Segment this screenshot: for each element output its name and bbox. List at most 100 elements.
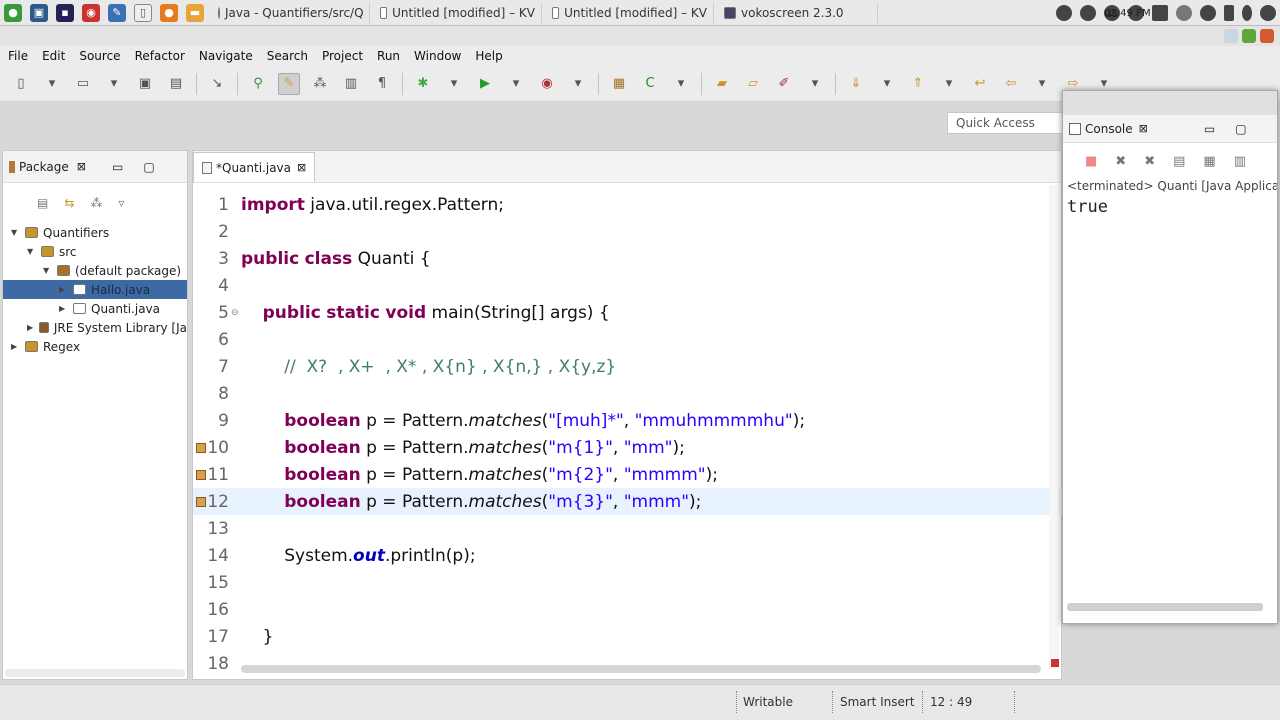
fold-icon[interactable]: ⊖ bbox=[231, 308, 239, 318]
collapse-arrow-icon[interactable]: ▼ bbox=[43, 266, 53, 275]
console-window-header[interactable] bbox=[1063, 91, 1277, 115]
run-icon[interactable]: ▶ bbox=[474, 73, 496, 95]
save-icon[interactable]: ▣ bbox=[134, 73, 156, 95]
dropdown-icon[interactable]: ▾ bbox=[670, 73, 692, 95]
code-line[interactable]: 14 System.out.println(p); bbox=[193, 542, 1063, 569]
package-explorer-tab[interactable]: Package ⊠ ▭ ▢ bbox=[3, 151, 187, 183]
console-tab[interactable]: Console ⊠ ▭ ▢ bbox=[1063, 115, 1277, 143]
code-line[interactable]: 11 boolean p = Pattern.matches("m{2}", "… bbox=[193, 461, 1063, 488]
insert-mode-status[interactable]: Smart Insert bbox=[840, 695, 915, 709]
task-kwrite-2[interactable]: Untitled [modified] – KV bbox=[546, 2, 714, 23]
external-tools-icon[interactable]: ◉ bbox=[536, 73, 558, 95]
app-menu-icon[interactable]: ● bbox=[4, 3, 22, 22]
dropdown-icon[interactable]: ▾ bbox=[443, 73, 465, 95]
open-type-icon[interactable]: ⚲ bbox=[247, 73, 269, 95]
open-folder-icon[interactable]: ▱ bbox=[742, 73, 764, 95]
next-annotation-icon[interactable]: ⇓ bbox=[845, 73, 867, 95]
wifi-icon[interactable] bbox=[1260, 5, 1276, 21]
code-line[interactable]: 16 bbox=[193, 596, 1063, 623]
tree-item[interactable]: ▶ Quanti.java bbox=[3, 299, 187, 318]
tree-item[interactable]: ▶ Hallo.java bbox=[3, 280, 187, 299]
toggle-breadcrumb-icon[interactable]: ⁂ bbox=[309, 73, 331, 95]
expand-arrow-icon[interactable]: ▶ bbox=[27, 323, 35, 332]
remove-launch-icon[interactable]: ✖ bbox=[1115, 154, 1126, 169]
collapse-all-icon[interactable]: ▤ bbox=[37, 196, 48, 210]
battery-icon[interactable] bbox=[1224, 5, 1234, 21]
dropdown-icon[interactable]: ▾ bbox=[1031, 73, 1053, 95]
clear-console-icon[interactable]: ▤ bbox=[1173, 154, 1185, 169]
new-java-package-icon[interactable]: ▦ bbox=[608, 73, 630, 95]
new-java-class-icon[interactable]: C bbox=[639, 73, 661, 95]
menu-source[interactable]: Source bbox=[79, 49, 120, 63]
close-window-button[interactable] bbox=[1260, 29, 1274, 43]
save-all-icon[interactable]: ▤ bbox=[165, 73, 187, 95]
quick-access-field[interactable]: Quick Access bbox=[947, 112, 1067, 134]
close-icon[interactable]: ⊠ bbox=[1139, 122, 1148, 135]
code-line[interactable]: 7 // X? , X+ , X* , X{n} , X{n,} , X{y,z… bbox=[193, 353, 1063, 380]
document-icon[interactable]: ▯ bbox=[134, 3, 152, 22]
word-wrap-icon[interactable]: ▥ bbox=[1234, 154, 1246, 169]
minimize-view-icon[interactable]: ▭ bbox=[112, 160, 123, 174]
minimize-view-icon[interactable]: ▭ bbox=[1204, 122, 1215, 136]
editor-overview-ruler[interactable] bbox=[1049, 185, 1059, 669]
tree-item[interactable]: ▶ JRE System Library [Ja bbox=[3, 318, 187, 337]
menu-navigate[interactable]: Navigate bbox=[199, 49, 253, 63]
volume-icon[interactable] bbox=[1200, 5, 1216, 21]
firefox-icon[interactable]: ● bbox=[160, 3, 178, 22]
dropdown-icon[interactable]: ▾ bbox=[41, 73, 63, 95]
menu-file[interactable]: File bbox=[8, 49, 28, 63]
task-vokoscreen[interactable]: vokoscreen 2.3.0 bbox=[718, 2, 878, 23]
show-whitespace-icon[interactable]: ▥ bbox=[340, 73, 362, 95]
menu-run[interactable]: Run bbox=[377, 49, 400, 63]
remove-all-launches-icon[interactable]: ✖ bbox=[1144, 154, 1155, 169]
menu-edit[interactable]: Edit bbox=[42, 49, 65, 63]
tree-item[interactable]: ▼ (default package) bbox=[3, 261, 187, 280]
dropdown-icon[interactable]: ▾ bbox=[505, 73, 527, 95]
scroll-lock-icon[interactable]: ▦ bbox=[1203, 154, 1215, 169]
terminate-icon[interactable]: ■ bbox=[1085, 154, 1097, 169]
clock[interactable]: 02:49 PM bbox=[1104, 8, 1151, 19]
code-area[interactable]: 1 import java.util.regex.Pattern; 2 3 public… bbox=[193, 191, 1063, 669]
code-line[interactable]: 15 bbox=[193, 569, 1063, 596]
editor-tab-quanti[interactable]: *Quanti.java ⊠ bbox=[193, 152, 316, 182]
mark-occurrences-icon[interactable]: ✎ bbox=[278, 72, 300, 95]
folder-icon[interactable]: ▬ bbox=[186, 3, 204, 22]
skip-breakpoints-icon[interactable]: ↘ bbox=[206, 73, 228, 95]
menu-help[interactable]: Help bbox=[475, 49, 502, 63]
code-line[interactable]: 5 ⊖ public static void main(String[] args… bbox=[193, 299, 1063, 326]
collapse-arrow-icon[interactable]: ▼ bbox=[11, 228, 21, 237]
view-menu-icon[interactable]: ▿ bbox=[118, 196, 124, 210]
collapse-arrow-icon[interactable]: ▼ bbox=[27, 247, 37, 256]
minimize-window-button[interactable] bbox=[1224, 29, 1238, 43]
code-line[interactable]: 2 bbox=[193, 218, 1063, 245]
editor-horizontal-scrollbar[interactable] bbox=[241, 665, 1041, 673]
package-explorer-scrollbar[interactable] bbox=[5, 669, 185, 677]
menu-project[interactable]: Project bbox=[322, 49, 363, 63]
menu-window[interactable]: Window bbox=[414, 49, 461, 63]
code-line[interactable]: 17 } bbox=[193, 623, 1063, 650]
dropdown-icon[interactable]: ▾ bbox=[804, 73, 826, 95]
close-icon[interactable]: ⊠ bbox=[297, 161, 306, 174]
code-line[interactable]: 12 boolean p = Pattern.matches("m{3}", "… bbox=[193, 488, 1063, 515]
terminal-icon[interactable]: ▪ bbox=[56, 3, 74, 22]
debug-icon[interactable]: ✱ bbox=[412, 73, 434, 95]
previous-annotation-icon[interactable]: ⇑ bbox=[907, 73, 929, 95]
code-line[interactable]: 13 bbox=[193, 515, 1063, 542]
dropdown-icon[interactable]: ▾ bbox=[103, 73, 125, 95]
new-window-icon[interactable]: ▭ bbox=[72, 73, 94, 95]
menu-search[interactable]: Search bbox=[267, 49, 308, 63]
pause-icon[interactable] bbox=[1080, 5, 1096, 21]
link-with-editor-icon[interactable]: ⇆ bbox=[64, 196, 74, 210]
task-kwrite-1[interactable]: Untitled [modified] – KV bbox=[374, 2, 542, 23]
back-icon[interactable]: ⇦ bbox=[1000, 73, 1022, 95]
tree-item[interactable]: ▼ src bbox=[3, 242, 187, 261]
task-eclipse[interactable]: Java - Quantifiers/src/Q bbox=[212, 2, 370, 23]
maximize-view-icon[interactable]: ▢ bbox=[143, 160, 154, 174]
last-edit-location-icon[interactable]: ↩ bbox=[969, 73, 991, 95]
code-line[interactable]: 1 import java.util.regex.Pattern; bbox=[193, 191, 1063, 218]
focus-icon[interactable]: ⁂ bbox=[90, 196, 102, 210]
tree-item[interactable]: ▼ Quantifiers bbox=[3, 223, 187, 242]
pin-icon[interactable]: ✐ bbox=[773, 73, 795, 95]
dropdown-icon[interactable]: ▾ bbox=[938, 73, 960, 95]
writer-icon[interactable]: ✎ bbox=[108, 3, 126, 22]
